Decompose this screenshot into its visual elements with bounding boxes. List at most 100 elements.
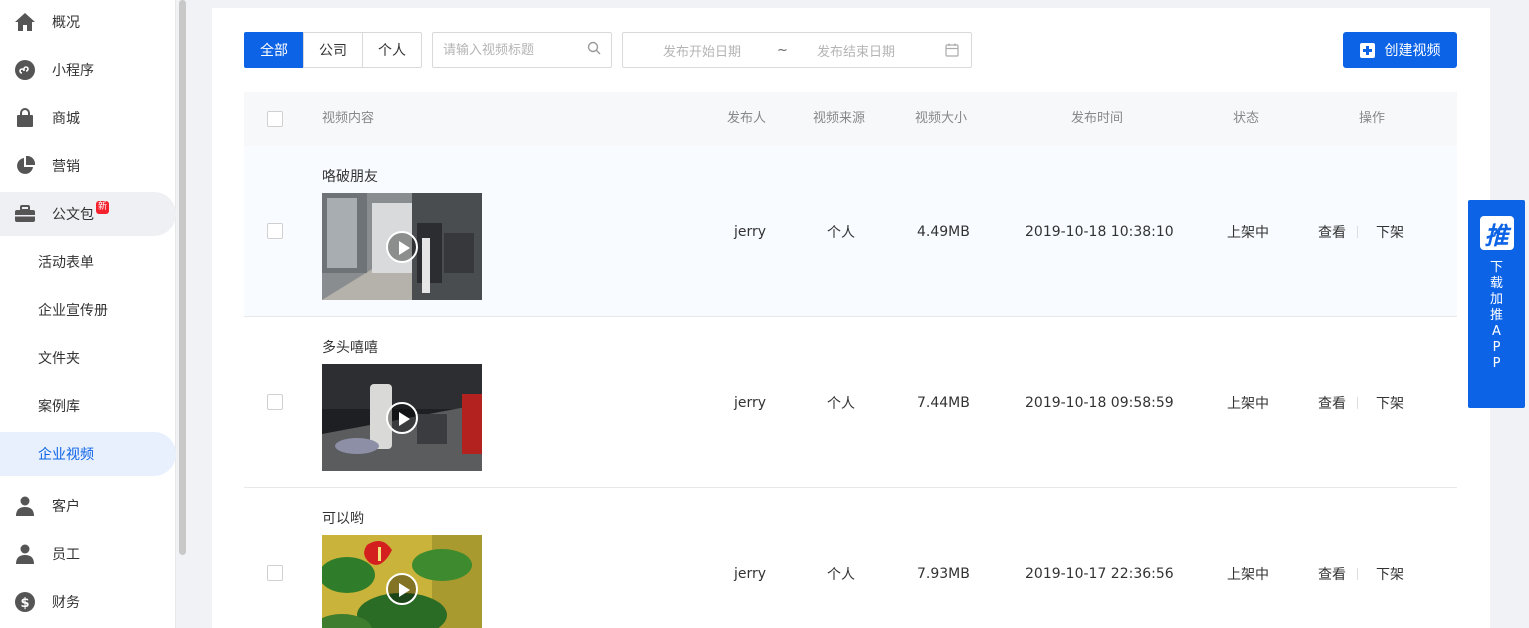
sidebar-item-label: 员工 — [52, 547, 80, 563]
select-all-checkbox[interactable] — [267, 111, 283, 127]
sidebar-item-marketing[interactable]: 营销 — [0, 144, 176, 188]
take-down-link[interactable]: 下架 — [1376, 317, 1404, 488]
video-title: 可以哟 — [322, 511, 364, 527]
source-cell: 个人 — [827, 224, 855, 241]
sidebar-item-finance[interactable]: $ 财务 — [0, 580, 176, 624]
date-start-field[interactable]: 发布开始日期 — [663, 41, 741, 60]
play-icon[interactable] — [386, 573, 418, 605]
download-app-label: 下载加推APP — [1489, 260, 1503, 371]
sidebar-item-label: 财务 — [52, 595, 80, 611]
tab-personal[interactable]: 个人 — [362, 32, 422, 68]
home-icon — [14, 11, 36, 33]
employee-icon — [14, 543, 36, 565]
publish-date-range[interactable]: 发布开始日期 ~ 发布结束日期 — [622, 32, 972, 68]
size-cell: 4.49MB — [917, 223, 970, 240]
status-cell: 上架中 — [1227, 395, 1269, 412]
publisher-cell: jerry — [734, 565, 767, 582]
video-thumbnail[interactable] — [322, 364, 482, 471]
sidebar-item-case-library[interactable]: 案例库 — [0, 384, 176, 428]
tab-company[interactable]: 公司 — [303, 32, 363, 68]
briefcase-icon — [14, 203, 36, 225]
table-row: 多头嘻嘻 jerry 个人 7.44MB 2019-10-18 09:58:59… — [244, 317, 1457, 488]
col-source: 视频来源 — [813, 111, 866, 126]
size-cell: 7.93MB — [917, 565, 970, 582]
source-cell: 个人 — [827, 395, 855, 412]
date-separator: ~ — [777, 42, 788, 58]
sidebar-item-mall[interactable]: 商城 — [0, 96, 176, 140]
row-checkbox[interactable] — [267, 565, 283, 581]
sidebar-item-enterprise-video[interactable]: 企业视频 — [0, 432, 176, 476]
sidebar-scrollbar[interactable] — [179, 0, 186, 555]
search-icon[interactable] — [587, 41, 601, 59]
col-actions: 操作 — [1359, 111, 1386, 126]
col-publisher: 发布人 — [727, 111, 767, 126]
video-title-search — [432, 32, 612, 68]
sidebar-item-label: 客户 — [52, 499, 80, 515]
source-cell: 个人 — [827, 566, 855, 583]
table-header: 视频内容 发布人 视频来源 视频大小 发布时间 状态 操作 — [244, 92, 1457, 146]
plus-square-icon — [1359, 42, 1375, 58]
sidebar-item-label: 案例库 — [38, 399, 80, 415]
sidebar: 概况 小程序 商城 营销 公文包 新 活动表单 企业宣传册 文件夹 案例库 企业… — [0, 0, 176, 628]
action-divider — [1357, 397, 1358, 409]
table-row: 咯破朋友 jerry 个人 4.49MB 2019-10-18 10:38:10… — [244, 146, 1457, 317]
col-publish-time: 发布时间 — [1071, 111, 1124, 126]
download-app-tab[interactable]: 推 下载加推APP — [1468, 200, 1525, 408]
sidebar-item-briefcase[interactable]: 公文包 新 — [0, 192, 176, 236]
col-status: 状态 — [1233, 111, 1260, 126]
svg-text:$: $ — [20, 596, 29, 611]
publish-time-cell: 2019-10-17 22:36:56 — [1025, 565, 1174, 582]
sidebar-item-employee[interactable]: 员工 — [0, 532, 176, 576]
play-icon[interactable] — [386, 231, 418, 263]
action-divider — [1357, 226, 1358, 238]
status-cell: 上架中 — [1227, 566, 1269, 583]
take-down-link[interactable]: 下架 — [1376, 488, 1404, 628]
sidebar-item-label: 概况 — [52, 15, 80, 31]
row-checkbox[interactable] — [267, 394, 283, 410]
search-input[interactable] — [443, 42, 587, 58]
video-title: 多头嘻嘻 — [322, 340, 378, 356]
sidebar-item-overview[interactable]: 概况 — [0, 0, 176, 44]
sidebar-item-brochure[interactable]: 企业宣传册 — [0, 288, 176, 332]
customer-icon — [14, 495, 36, 517]
action-divider — [1357, 568, 1358, 580]
sidebar-item-folder[interactable]: 文件夹 — [0, 336, 176, 380]
date-end-field[interactable]: 发布结束日期 — [817, 41, 895, 60]
video-title: 咯破朋友 — [322, 169, 378, 185]
video-thumbnail[interactable] — [322, 535, 482, 628]
sidebar-item-label: 营销 — [52, 159, 80, 175]
row-checkbox[interactable] — [267, 223, 283, 239]
play-icon[interactable] — [386, 402, 418, 434]
shopping-bag-icon — [14, 107, 36, 129]
tab-all[interactable]: 全部 — [244, 32, 304, 68]
view-link[interactable]: 查看 — [1318, 488, 1346, 628]
status-cell: 上架中 — [1227, 224, 1269, 241]
create-video-label: 创建视频 — [1384, 43, 1441, 59]
sidebar-item-label: 活动表单 — [38, 255, 94, 271]
publisher-cell: jerry — [734, 223, 767, 240]
sidebar-item-label: 小程序 — [52, 63, 94, 79]
col-size: 视频大小 — [915, 111, 968, 126]
sidebar-item-label: 企业视频 — [38, 447, 94, 463]
create-video-button[interactable]: 创建视频 — [1343, 32, 1457, 68]
sidebar-item-mini-program[interactable]: 小程序 — [0, 48, 176, 92]
publish-time-cell: 2019-10-18 09:58:59 — [1025, 394, 1174, 411]
sidebar-item-label: 文件夹 — [38, 351, 80, 367]
col-video-content: 视频内容 — [322, 111, 375, 126]
sidebar-item-activity-form[interactable]: 活动表单 — [0, 240, 176, 284]
sidebar-item-label: 公文包 — [52, 207, 94, 223]
size-cell: 7.44MB — [917, 394, 970, 411]
video-thumbnail[interactable] — [322, 193, 482, 300]
view-link[interactable]: 查看 — [1318, 146, 1346, 317]
publisher-cell: jerry — [734, 394, 767, 411]
sidebar-item-label: 商城 — [52, 111, 80, 127]
sidebar-item-customer[interactable]: 客户 — [0, 484, 176, 528]
dollar-icon: $ — [14, 591, 36, 613]
calendar-icon[interactable] — [945, 43, 959, 61]
take-down-link[interactable]: 下架 — [1376, 146, 1404, 317]
video-list-panel: 全部 公司 个人 发布开始日期 ~ 发布结束日期 创建视频 视频内容 发布人 视… — [212, 8, 1490, 628]
app-logo: 推 — [1479, 216, 1514, 250]
view-link[interactable]: 查看 — [1318, 317, 1346, 488]
table-row: 可以哟 jerry 个人 7.93MB 2019-10-17 22:36:56 … — [244, 488, 1457, 628]
publish-time-cell: 2019-10-18 10:38:10 — [1025, 223, 1174, 240]
